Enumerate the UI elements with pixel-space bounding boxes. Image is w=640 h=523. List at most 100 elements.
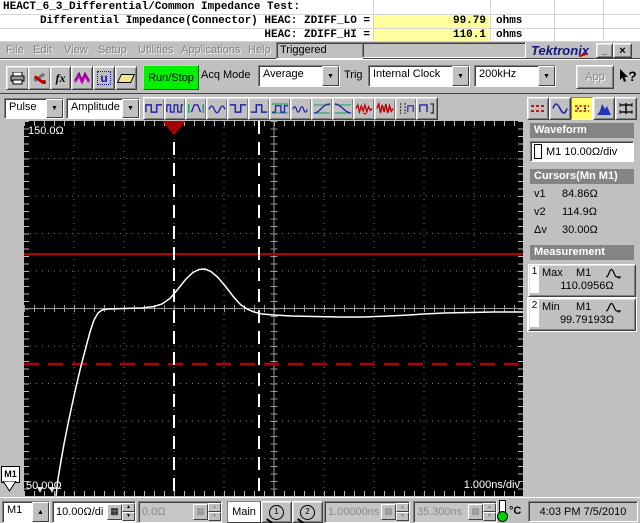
vertical-scale-field[interactable]: 10.00Ω/di ▦ ▲ ▼ — [52, 501, 136, 523]
cursor-v2-value: 114.9Ω — [562, 206, 597, 218]
menu-bar: File Edit View Setup Utilities Applicati… — [0, 42, 640, 59]
tools-button[interactable] — [28, 66, 51, 90]
zdiff-hi-value: 110.1 — [452, 29, 486, 41]
meas-high-button[interactable] — [227, 97, 249, 120]
burst-icon — [208, 105, 226, 114]
measurement-1-box[interactable]: 1 Max M1 110.0956Ω — [528, 264, 636, 297]
histogram-button[interactable] — [593, 97, 615, 120]
signal-type-select[interactable]: Pulse ▼ — [4, 98, 64, 119]
meas-noise-button[interactable] — [374, 97, 396, 120]
spin-down-icon[interactable]: ▼ — [122, 512, 135, 521]
vertical-scale-spinner[interactable]: ▲ ▼ — [122, 503, 135, 521]
horizontal-position-value: 35.300ns — [417, 506, 463, 518]
horizontal-position-spinner: ▲ ▼ — [483, 503, 496, 521]
meas-pos-width-button[interactable] — [185, 97, 207, 120]
meas-fall-time-button[interactable] — [332, 97, 354, 120]
meas-jitter-button[interactable] — [353, 97, 375, 120]
meas-rise-time-button[interactable] — [311, 97, 333, 120]
eraser-icon — [116, 73, 136, 83]
vertical-scale-value: 10.00Ω/di — [56, 506, 104, 518]
meas-low-button[interactable] — [248, 97, 270, 120]
formula-button[interactable]: fx — [50, 66, 71, 90]
measurement-1-type: Max — [542, 267, 563, 279]
app-button: App — [576, 65, 614, 89]
measurement-2-index: 2 — [530, 300, 539, 327]
measurement-2-box[interactable]: 2 Min M1 99.79193Ω — [527, 297, 637, 332]
thermometer-icon — [497, 500, 508, 522]
annotations-button[interactable] — [571, 97, 593, 120]
waveform-display-button[interactable] — [549, 97, 571, 120]
measure-category-select[interactable]: Amplitude ▼ — [66, 98, 140, 119]
menu-help: Help — [248, 44, 271, 56]
cursors-icon — [531, 105, 545, 112]
close-button[interactable]: × — [613, 43, 632, 58]
trig-label: Trig — [344, 69, 363, 81]
cursors-button[interactable] — [527, 97, 549, 120]
chevron-down-icon: ▼ — [327, 72, 334, 80]
chevron-up-icon: ▲ — [37, 508, 44, 516]
print-button[interactable] — [6, 66, 29, 90]
meas-period-button[interactable] — [143, 97, 165, 120]
eye-diagram-icon — [619, 103, 633, 114]
trigger-marker-icon[interactable] — [162, 121, 186, 135]
low-level-icon — [250, 104, 268, 113]
trigger-source-value: Internal Clock — [373, 68, 441, 80]
clear-button[interactable] — [115, 66, 137, 90]
temperature-unit: °C — [509, 505, 522, 517]
histogram-icon — [597, 104, 611, 115]
minimize-button[interactable]: _ — [596, 43, 613, 58]
define-waveform-button[interactable] — [71, 66, 93, 90]
top-scale-label: 150.0Ω — [28, 125, 64, 137]
measurement-1-source: M1 — [576, 267, 592, 279]
horizontal-position-field: 35.300ns ▦ ▲ ▼ — [413, 501, 497, 523]
cycle-icon — [292, 106, 308, 113]
spin-down-icon: ▼ — [208, 512, 221, 521]
vertical-offset-field: 0.0Ω ▦ ▲ ▼ — [138, 501, 222, 523]
zdiff-hi-label: HEAC: ZDIFF_HI = — [264, 29, 370, 41]
spin-down-icon: ▼ — [396, 512, 409, 521]
context-help-button[interactable]: ? — [617, 64, 639, 88]
meas-gain-button[interactable] — [395, 97, 417, 120]
spin-up-icon[interactable]: ▲ — [122, 503, 135, 512]
units-button[interactable]: u — [93, 66, 115, 90]
spin-up-icon: ▲ — [396, 503, 409, 512]
meas-frequency-button[interactable] — [164, 97, 186, 120]
waveform-scale-box[interactable]: M1 10.00Ω/div — [530, 141, 634, 162]
zoom2-button[interactable]: 2 — [292, 501, 323, 523]
measurement-2-type: Min — [542, 301, 560, 313]
meas-burst-button[interactable] — [206, 97, 228, 120]
trigger-source-select[interactable]: Internal Clock ▼ — [368, 65, 470, 87]
run-stop-button[interactable]: Run/Stop — [143, 65, 199, 90]
jitter-icon — [355, 102, 373, 115]
chevron-down-icon: ▼ — [127, 105, 134, 112]
frequency-icon — [166, 104, 184, 113]
trigger-freq-select[interactable]: 200kHz ▼ — [474, 65, 556, 87]
cursor-dv-value: 30.00Ω — [562, 224, 598, 236]
tools-icon — [33, 72, 46, 85]
acq-mode-select[interactable]: Average ▼ — [258, 65, 340, 87]
keypad-icon[interactable]: ▦ — [107, 504, 122, 520]
peak-icon — [605, 302, 622, 313]
cursor-arrow-icon — [620, 69, 629, 82]
meas-gated-button[interactable] — [416, 97, 438, 120]
rise-time-icon — [313, 103, 331, 114]
zoom1-button[interactable]: 1 — [261, 501, 292, 523]
vertical-offset-spinner: ▲ ▼ — [208, 503, 221, 521]
main-timebase-button[interactable]: Main — [227, 501, 261, 523]
meas-cycle-button[interactable] — [290, 97, 312, 120]
formula-icon: fx — [55, 70, 66, 85]
channel-marker-arrow-icon[interactable] — [0, 481, 19, 493]
cursors-header: Cursors(Mn M1) — [530, 169, 634, 184]
sheet-gridline — [603, 0, 604, 42]
meas-amplitude-button[interactable] — [269, 97, 291, 120]
bottom-control-bar: M1 ▲ 10.00Ω/di ▦ ▲ ▼ 0.0Ω ▦ ▲ ▼ Main 1 2 — [0, 497, 640, 523]
keypad-icon: ▦ — [193, 504, 208, 520]
measurement-1-value: 110.0956Ω — [560, 280, 614, 292]
channel-select[interactable]: M1 ▲ — [2, 501, 50, 523]
gain-icon — [400, 103, 414, 114]
toolbar-main: fx u Run/Stop Acq Mode Average ▼ Trig In… — [0, 59, 640, 94]
menu-applications: Applications — [181, 44, 241, 56]
cursor-dv-label: Δv — [534, 224, 547, 236]
acq-mode-value: Average — [263, 68, 304, 80]
eye-diagram-button[interactable] — [615, 97, 637, 120]
